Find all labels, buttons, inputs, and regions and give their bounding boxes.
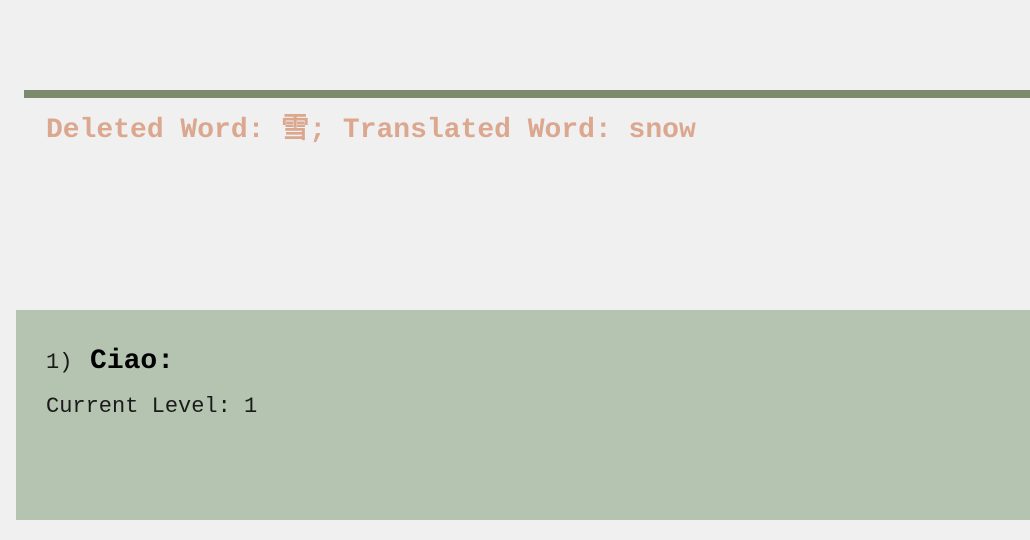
level-label: Current Level: [46, 394, 231, 419]
current-level: Current Level: 1 [46, 392, 257, 422]
word-card: 1) Ciao: Current Level: 1 [16, 310, 1030, 520]
word-heading: 1) Ciao: [46, 344, 174, 382]
deleted-word-value: 雪 [281, 115, 310, 146]
word-text: Ciao: [90, 346, 175, 377]
translated-word-label: Translated Word: [342, 115, 612, 146]
level-value: 1 [244, 394, 258, 419]
separator: ; [309, 115, 327, 146]
header-divider [24, 90, 1030, 98]
word-index: 1) [46, 350, 73, 375]
deleted-word-label: Deleted Word: [46, 115, 265, 146]
deleted-word-message: Deleted Word: 雪; Translated Word: snow [46, 112, 696, 150]
translated-word-value: snow [628, 115, 696, 146]
